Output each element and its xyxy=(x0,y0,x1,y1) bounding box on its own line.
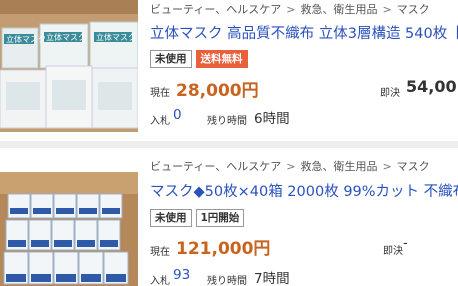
listing-title[interactable]: 立体マスク 高品質不織布 立体3層構造 540枚【新 xyxy=(150,22,458,43)
condition-badge: 未使用 xyxy=(150,209,192,227)
listing-thumbnail[interactable] xyxy=(0,172,138,286)
breadcrumb-item[interactable]: マスク xyxy=(397,3,430,16)
time-left-label: 残り時間 xyxy=(207,276,247,286)
box-label: 立体マスク xyxy=(96,32,136,42)
breadcrumb-separator-icon: > xyxy=(286,160,296,173)
current-price: 28,000円 xyxy=(176,81,259,101)
breadcrumb-separator-icon: > xyxy=(382,3,392,16)
time-left-label: 残り時間 xyxy=(207,116,247,127)
listing-thumbnail[interactable]: 立体マスク 立体マスク 立体マスク xyxy=(0,0,138,132)
badge-group: 未使用 1円開始 xyxy=(150,209,245,227)
bids-count[interactable]: 0 xyxy=(173,107,182,123)
bids-label: 入札 xyxy=(150,116,170,127)
time-left: 7時間 xyxy=(254,271,290,286)
current-price-label: 現在 xyxy=(150,247,170,258)
listing-divider xyxy=(0,141,458,148)
breadcrumb-item[interactable]: マスク xyxy=(397,160,430,173)
buy-now-label: 即決 xyxy=(380,88,400,99)
bids-label: 入札 xyxy=(150,276,170,286)
time-left: 6時間 xyxy=(254,111,290,127)
one-yen-start-badge: 1円開始 xyxy=(195,209,245,227)
breadcrumb-item[interactable]: 救急、衛生用品 xyxy=(300,3,377,16)
box-label: 立体マスク xyxy=(46,32,86,42)
listing-item[interactable]: ビューティー、ヘルスケア > 救急、衛生用品 > マスク マスク◆50枚×40箱 200… xyxy=(0,148,458,286)
condition-badge: 未使用 xyxy=(150,50,192,68)
badge-group: 未使用 送料無料 xyxy=(150,50,248,68)
listing-item[interactable]: 立体マスク 立体マスク 立体マスク ビューティー、ヘルスケア > 救急、衛生用品 > マ… xyxy=(0,0,458,140)
breadcrumb-item[interactable]: ビューティー、ヘルスケア xyxy=(150,3,281,16)
breadcrumb-item[interactable]: 救急、衛生用品 xyxy=(300,160,377,173)
free-shipping-badge: 送料無料 xyxy=(195,50,248,68)
buy-now-price: - xyxy=(403,236,408,251)
current-price: 121,000円 xyxy=(176,239,271,259)
breadcrumb-item[interactable]: ビューティー、ヘルスケア xyxy=(150,160,281,173)
breadcrumb: ビューティー、ヘルスケア > 救急、衛生用品 > マスク xyxy=(150,158,430,174)
buy-now-label: 即決 xyxy=(383,246,403,257)
breadcrumb-separator-icon: > xyxy=(382,160,392,173)
buy-now-price: 54,00 xyxy=(406,77,457,96)
bids-count[interactable]: 93 xyxy=(173,267,190,283)
box-label: 立体マスク xyxy=(6,34,46,44)
breadcrumb-separator-icon: > xyxy=(286,3,296,16)
current-price-label: 現在 xyxy=(150,88,170,99)
mask-box-image xyxy=(0,172,138,286)
mask-box-image: 立体マスク 立体マスク 立体マスク xyxy=(0,0,138,132)
breadcrumb: ビューティー、ヘルスケア > 救急、衛生用品 > マスク xyxy=(150,1,430,17)
listing-title[interactable]: マスク◆50枚×40箱 2000枚 99%カット 不織布 xyxy=(150,180,458,201)
